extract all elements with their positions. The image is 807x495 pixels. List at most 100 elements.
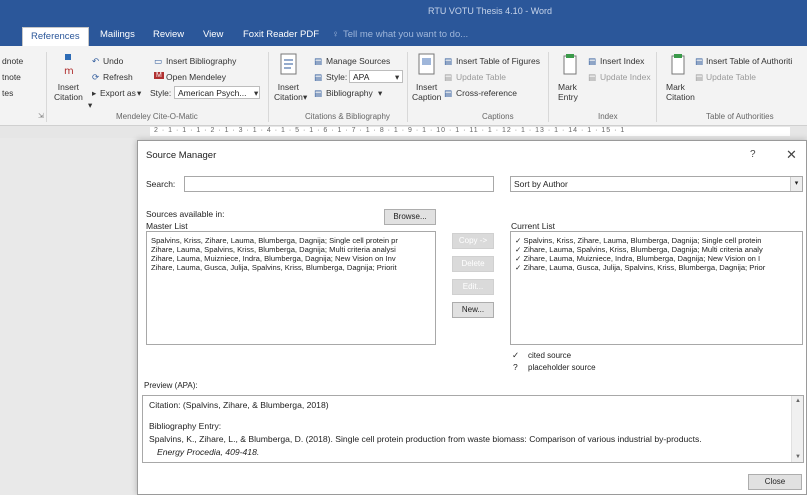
bibliography-icon: ▤ <box>314 88 323 98</box>
table-of-figures-icon: ▤ <box>444 56 453 66</box>
mendeley-insert-citation-icon: m <box>64 54 74 77</box>
mendeley-style-label: Style: <box>150 88 172 98</box>
mendeley-insert-citation-button[interactable]: Insert Citation <box>54 82 83 102</box>
update-index-icon: ▤ <box>588 72 597 82</box>
insert-caption-icon <box>418 53 435 75</box>
mendeley-style-select[interactable]: American Psych... <box>174 86 260 99</box>
insert-citation-icon <box>280 53 297 75</box>
group-separator <box>46 52 47 122</box>
insert-citation-button[interactable]: Insert Citation <box>274 82 303 102</box>
mark-entry-icon <box>563 54 577 75</box>
dialog-title: Source Manager <box>146 150 217 161</box>
insert-table-of-authorities-button[interactable]: Insert Table of Authoriti <box>706 56 792 66</box>
legend-placeholder-source: placeholder source <box>528 363 596 372</box>
scroll-up-icon[interactable]: ▲ <box>795 398 801 404</box>
refresh-button[interactable]: Refresh <box>103 72 133 82</box>
preview-bibliography-entry: Spalvins, K., Zihare, L., & Blumberga, D… <box>149 434 702 444</box>
undo-icon: ↶ <box>92 56 100 66</box>
ruler-scale: 2 · 1 · 1 · 1 · 2 · 1 · 3 · 1 · 4 · 1 · … <box>150 127 790 136</box>
style-icon: ▤ <box>314 72 323 82</box>
update-authorities-button[interactable]: Update Table <box>706 72 756 82</box>
next-footnote-button[interactable]: tnote <box>2 72 21 82</box>
citation-style-label: Style: <box>326 72 348 82</box>
chevron-down-icon: ▾ <box>254 88 259 98</box>
browse-button[interactable]: Browse... <box>384 209 436 225</box>
question-icon: ? <box>513 362 518 372</box>
group-separator <box>656 52 657 122</box>
search-input[interactable] <box>184 176 494 192</box>
table-of-authorities-icon: ▤ <box>695 56 704 66</box>
master-list-label: Master List <box>146 221 188 231</box>
master-list[interactable]: Spalvins, Kriss, Zihare, Lauma, Blumberg… <box>146 231 436 345</box>
scroll-down-icon[interactable]: ▼ <box>795 454 801 460</box>
new-button[interactable]: New... <box>452 302 494 318</box>
group-label-citations: Citations & Bibliography <box>305 112 390 121</box>
sort-select[interactable]: Sort by Author ▾ <box>510 176 803 192</box>
undo-button[interactable]: Undo <box>103 56 123 66</box>
insert-index-icon: ▤ <box>588 56 597 66</box>
export-as-button[interactable]: Export as <box>100 88 136 98</box>
mark-citation-button[interactable]: Mark Citation <box>666 82 695 102</box>
chevron-down-icon: ▾ <box>395 72 400 82</box>
close-icon[interactable]: ✕ <box>786 147 797 163</box>
list-item[interactable]: ✓ Zihare, Lauma, Gusca, Julija, Spalvins… <box>515 263 765 272</box>
update-table-button[interactable]: Update Table <box>456 72 506 82</box>
list-item[interactable]: ✓ Zihare, Lauma, Muizniece, Indra, Blumb… <box>515 254 760 263</box>
horizontal-ruler[interactable]: 2 · 1 · 1 · 1 · 2 · 1 · 3 · 1 · 4 · 1 · … <box>0 126 807 138</box>
list-item[interactable]: ✓ Spalvins, Kriss, Zihare, Lauma, Blumbe… <box>515 236 762 245</box>
delete-button[interactable]: Delete <box>452 256 494 272</box>
tab-references[interactable]: References <box>22 27 89 46</box>
list-item[interactable]: Zihare, Lauma, Gusca, Julija, Spalvins, … <box>151 263 397 272</box>
list-item[interactable]: ✓ Zihare, Lauma, Spalvins, Kriss, Blumbe… <box>515 245 763 254</box>
svg-text:m: m <box>64 66 74 77</box>
current-list[interactable]: ✓ Spalvins, Kriss, Zihare, Lauma, Blumbe… <box>510 231 803 345</box>
insert-caption-button[interactable]: Insert Caption <box>412 82 441 102</box>
export-dropdown-icon: ▾ <box>137 88 142 98</box>
show-notes-button[interactable]: tes <box>2 88 13 98</box>
open-mendeley-button[interactable]: Open Mendeley <box>166 72 226 82</box>
tab-view[interactable]: View <box>203 29 223 40</box>
source-manager-dialog: Source Manager ? ✕ Search: Sort by Autho… <box>137 140 807 495</box>
group-label-captions: Captions <box>482 112 514 121</box>
export-icon: ▸ <box>92 88 97 98</box>
tab-review[interactable]: Review <box>153 29 184 40</box>
mendeley-logo-icon: M <box>154 72 164 79</box>
bibliography-button[interactable]: Bibliography <box>326 88 373 98</box>
preview-citation: Citation: (Spalvins, Zihare, & Blumberga… <box>149 400 329 410</box>
preview-pane: Citation: (Spalvins, Zihare, & Blumberga… <box>142 395 804 463</box>
tab-foxit-reader-pdf[interactable]: Foxit Reader PDF <box>243 29 319 40</box>
insert-citation-dropdown-icon: ▾ <box>303 92 308 102</box>
group-label-authorities: Table of Authorities <box>706 112 774 121</box>
preview-label: Preview (APA): <box>144 381 198 390</box>
list-item[interactable]: Zihare, Lauma, Muizniece, Indra, Blumber… <box>151 254 396 263</box>
mark-entry-button[interactable]: Mark Entry <box>558 82 578 102</box>
update-authorities-icon: ▤ <box>695 72 704 82</box>
list-item[interactable]: Spalvins, Kriss, Zihare, Lauma, Blumberg… <box>151 236 398 245</box>
insert-index-button[interactable]: Insert Index <box>600 56 644 66</box>
close-button[interactable]: Close <box>748 474 802 490</box>
group-separator <box>268 52 269 122</box>
update-index-button[interactable]: Update Index <box>600 72 651 82</box>
insert-bibliography-button[interactable]: Insert Bibliography <box>166 56 236 66</box>
preview-scrollbar[interactable]: ▲ ▼ <box>791 396 803 462</box>
cross-reference-icon: ▤ <box>444 88 453 98</box>
insert-table-of-figures-button[interactable]: Insert Table of Figures <box>456 56 540 66</box>
edit-button[interactable]: Edit... <box>452 279 494 295</box>
preview-bibliography-entry-cont: Energy Procedia, 409-418. <box>157 447 260 457</box>
window-title: RTU VOTU Thesis 4.10 - Word <box>428 6 553 16</box>
manage-sources-icon: ▤ <box>314 56 323 66</box>
manage-sources-button[interactable]: Manage Sources <box>326 56 390 66</box>
dialog-launcher-icon[interactable]: ⇲ <box>38 112 44 120</box>
cross-reference-button[interactable]: Cross-reference <box>456 88 517 98</box>
preview-bibliography-heading: Bibliography Entry: <box>149 421 222 431</box>
tell-me-search[interactable]: Tell me what you want to do... <box>343 29 468 40</box>
bibliography-dropdown-icon: ▾ <box>378 88 383 98</box>
tab-mailings[interactable]: Mailings <box>100 29 135 40</box>
insert-endnote-button[interactable]: dnote <box>2 56 23 66</box>
sources-available-label: Sources available in: <box>146 209 225 219</box>
list-item[interactable]: Zihare, Lauma, Spalvins, Kriss, Blumberg… <box>151 245 396 254</box>
help-button[interactable]: ? <box>750 149 756 160</box>
refresh-icon: ⟳ <box>92 72 100 82</box>
tell-me-icon: ♀ <box>332 29 340 40</box>
copy-button[interactable]: Copy -> <box>452 233 494 249</box>
